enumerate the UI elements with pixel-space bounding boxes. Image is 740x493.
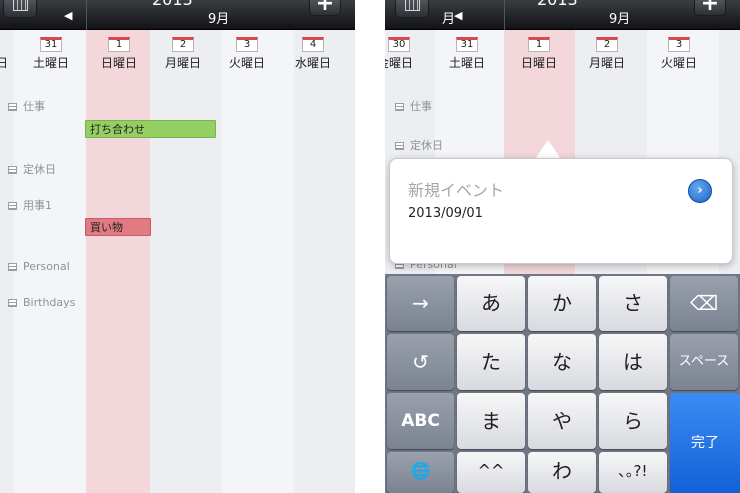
detail-disclosure-button[interactable]: › bbox=[688, 179, 712, 203]
key-na[interactable]: な bbox=[528, 334, 596, 390]
year-title: 2013 bbox=[537, 0, 578, 9]
key-kaomoji[interactable]: ^^ bbox=[457, 452, 525, 493]
key-sa[interactable]: さ bbox=[599, 276, 667, 331]
today-column[interactable] bbox=[86, 30, 150, 493]
day-name: 土曜日 bbox=[32, 56, 69, 70]
date-number: 30 bbox=[388, 37, 410, 52]
day-name: 日曜日 bbox=[520, 56, 557, 70]
calendar-list-button[interactable] bbox=[395, 0, 429, 18]
event-meeting[interactable]: 打ち合わせ bbox=[85, 120, 216, 138]
calendar-icon bbox=[8, 103, 17, 111]
key-ma[interactable]: ま bbox=[457, 393, 525, 449]
key-done[interactable]: 完了 bbox=[670, 393, 740, 493]
calendar-screen-right: 月 ◀ 2013 9月 + 30 金曜日 31 土曜日 1 日曜日 2 月曜日 … bbox=[385, 0, 740, 493]
day-name: 日曜日 bbox=[100, 56, 137, 70]
key-globe[interactable]: 🌐 bbox=[387, 452, 454, 493]
key-undo[interactable]: ↺ bbox=[387, 334, 454, 390]
day-name: 火曜日 bbox=[228, 56, 265, 70]
date-number: 4 bbox=[302, 37, 324, 52]
event-title-input[interactable]: 新規イベント bbox=[408, 177, 504, 201]
day-name: 月曜日 bbox=[588, 56, 625, 70]
day-name: 土曜日 bbox=[448, 56, 485, 70]
day-name: 水曜日 bbox=[294, 56, 331, 70]
day-name: 月曜日 bbox=[164, 56, 201, 70]
calendar-row-holiday[interactable]: 定休日 bbox=[395, 137, 443, 153]
japanese-keyboard: → あ か さ ⌫ ↺ た な は スペース ABC ま や ら 完了 🌐 ^^… bbox=[385, 274, 740, 493]
calendar-row-work[interactable]: 仕事 bbox=[395, 98, 432, 114]
key-ta[interactable]: た bbox=[457, 334, 525, 390]
divider bbox=[504, 0, 505, 30]
calendar-list-button[interactable] bbox=[3, 0, 37, 18]
date-number: 3 bbox=[236, 37, 258, 52]
day-name: 金曜日 bbox=[385, 56, 413, 70]
key-next-arrow[interactable]: → bbox=[387, 276, 454, 331]
key-punctuation[interactable]: ､｡?! bbox=[599, 452, 667, 493]
calendar-row-birthdays[interactable]: Birthdays bbox=[8, 296, 75, 309]
key-ha[interactable]: は bbox=[599, 334, 667, 390]
key-ya[interactable]: や bbox=[528, 393, 596, 449]
calendar-row-work[interactable]: 仕事 bbox=[8, 98, 45, 114]
key-ra[interactable]: ら bbox=[599, 393, 667, 449]
date-number: 31 bbox=[40, 37, 62, 52]
previous-arrow-icon[interactable]: ◀ bbox=[64, 9, 72, 22]
event-date: 2013/09/01 bbox=[408, 206, 483, 221]
calendar-icon bbox=[13, 0, 28, 11]
calendar-icon bbox=[395, 142, 404, 150]
calendar-icon bbox=[8, 202, 17, 210]
date-number: 1 bbox=[108, 37, 130, 52]
calendar-icon bbox=[8, 263, 17, 271]
previous-arrow-icon[interactable]: ◀ bbox=[454, 9, 462, 22]
add-event-button[interactable]: + bbox=[694, 0, 726, 16]
day-name: 火曜日 bbox=[660, 56, 697, 70]
key-space[interactable]: スペース bbox=[670, 334, 738, 390]
date-number: 31 bbox=[456, 37, 478, 52]
date-number: 2 bbox=[596, 37, 618, 52]
key-abc[interactable]: ABC bbox=[387, 393, 454, 449]
key-delete[interactable]: ⌫ bbox=[670, 276, 738, 331]
calendar-screen-left: ◀ 2013 9月 + 日 31 土曜日 1 日曜日 2 月曜日 3 火曜日 4… bbox=[0, 0, 355, 493]
gift-icon bbox=[8, 299, 17, 307]
calendar-row-holiday[interactable]: 定休日 bbox=[8, 161, 56, 177]
date-number: 3 bbox=[668, 37, 690, 52]
key-wa[interactable]: わ bbox=[528, 452, 596, 493]
date-number: 2 bbox=[172, 37, 194, 52]
key-ka[interactable]: か bbox=[528, 276, 596, 331]
day-column bbox=[294, 30, 355, 493]
calendar-icon bbox=[8, 166, 17, 174]
key-a[interactable]: あ bbox=[457, 276, 525, 331]
month-title: 9月 bbox=[609, 12, 631, 27]
date-number: 1 bbox=[528, 37, 550, 52]
day-column bbox=[150, 30, 222, 493]
divider bbox=[86, 0, 87, 30]
calendar-icon bbox=[395, 103, 404, 111]
event-shopping[interactable]: 買い物 bbox=[85, 218, 151, 236]
navigation-bar: 月 ◀ 2013 9月 + bbox=[385, 0, 740, 30]
year-title: 2013 bbox=[152, 0, 193, 9]
add-event-button[interactable]: + bbox=[309, 0, 341, 16]
calendar-row-personal[interactable]: Personal bbox=[8, 260, 70, 273]
navigation-bar: ◀ 2013 9月 + bbox=[0, 0, 355, 30]
month-title: 9月 bbox=[208, 12, 230, 27]
new-event-popover: 新規イベント 2013/09/01 › bbox=[389, 158, 733, 264]
calendar-row-errand[interactable]: 用事1 bbox=[8, 197, 52, 213]
calendar-icon bbox=[405, 0, 420, 11]
popover-arrow bbox=[535, 140, 561, 159]
